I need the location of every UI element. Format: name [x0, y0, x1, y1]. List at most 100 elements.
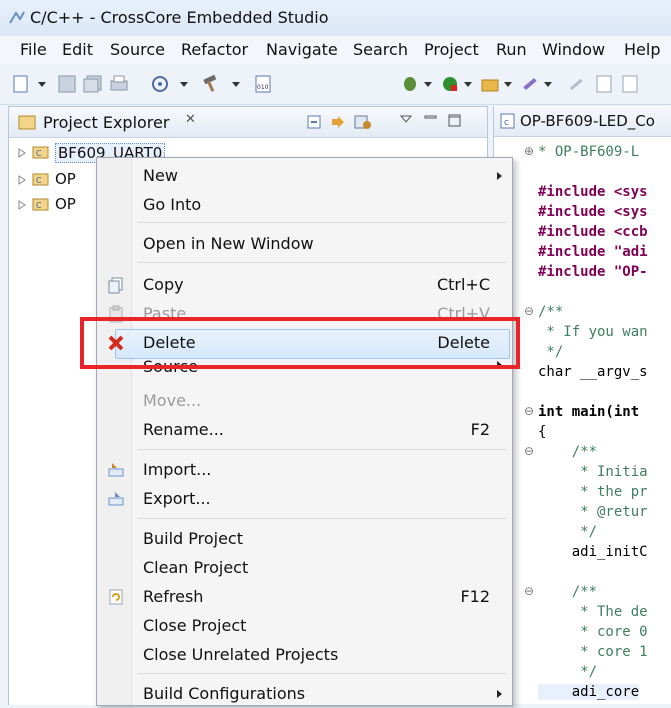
menu-item-copy[interactable]: Copy Ctrl+C [97, 271, 512, 299]
menu-item-label: Import... [143, 460, 212, 479]
close-view-icon[interactable]: ✕ [185, 112, 196, 127]
target-icon[interactable] [150, 74, 192, 94]
menu-item-close-unrelated-projects[interactable]: Close Unrelated Projects [97, 641, 512, 669]
code-line: #include "OP- [538, 264, 648, 280]
open-folder-icon[interactable] [480, 74, 516, 94]
menu-item-clean-project[interactable]: Clean Project [97, 554, 512, 582]
menu-item-go-into[interactable]: Go Into [97, 191, 512, 219]
page-icon-2[interactable] [620, 74, 640, 94]
context-menu: New Go Into Open in New Window Copy Ctrl… [96, 157, 513, 706]
fold-icon[interactable]: ⊖ [524, 304, 534, 318]
menu-item-new[interactable]: New [97, 162, 512, 190]
minimize-icon[interactable] [423, 113, 439, 127]
edit-icon[interactable] [566, 74, 588, 94]
pencil-icon[interactable] [520, 74, 556, 94]
code-line: * Initia [538, 464, 648, 480]
menu-item-shortcut: Ctrl+C [436, 275, 490, 294]
code-line: * If you wan [538, 324, 648, 340]
project-explorer-title: Project Explorer [43, 113, 170, 132]
code-line: /** [538, 304, 564, 320]
svg-text:C: C [36, 176, 42, 185]
menu-item-label: Close Project [143, 616, 247, 635]
menu-item-build-project[interactable]: Build Project [97, 525, 512, 553]
fold-icon[interactable]: ⊖ [524, 444, 534, 458]
tree-item-label: OP [55, 195, 76, 213]
copy-icon [108, 277, 123, 294]
menu-project[interactable]: Project [424, 40, 479, 59]
expand-arrow-icon[interactable] [17, 175, 27, 185]
menu-bar: File Edit Source Refactor Navigate Searc… [0, 36, 671, 65]
export-icon [108, 492, 124, 506]
project-explorer-icon [18, 115, 36, 130]
menu-edit[interactable]: Edit [62, 40, 93, 59]
menu-item-export[interactable]: Export... [97, 485, 512, 513]
link-with-editor-icon[interactable] [329, 113, 347, 131]
expand-arrow-icon[interactable] [17, 148, 27, 158]
code-line: #include <ccb [538, 224, 648, 240]
menu-separator [137, 449, 507, 450]
menu-item-close-project[interactable]: Close Project [97, 612, 512, 640]
menu-item-import[interactable]: Import... [97, 456, 512, 484]
menu-item-label: Open in New Window [143, 234, 314, 253]
menu-source[interactable]: Source [110, 40, 165, 59]
menu-navigate[interactable]: Navigate [266, 40, 338, 59]
editor-tab[interactable]: c OP-BF609-LED_Co [494, 106, 671, 137]
view-menu-icon[interactable] [353, 113, 373, 131]
print-icon[interactable] [108, 74, 130, 94]
menu-item-label: Move... [143, 391, 202, 410]
menu-window[interactable]: Window [542, 40, 605, 59]
submenu-arrow-icon [497, 690, 502, 698]
code-line: */ [538, 664, 598, 680]
save-icon[interactable] [56, 74, 78, 94]
menu-separator [137, 518, 507, 519]
expand-arrow-icon[interactable] [17, 200, 27, 210]
code-line: /** [538, 444, 598, 460]
code-line: int main(int [538, 404, 640, 420]
project-folder-icon: C [32, 173, 49, 186]
menu-item-label: Build Configurations [143, 684, 306, 703]
debug-bug-icon[interactable] [400, 74, 436, 94]
tree-item-project[interactable]: C OP [17, 195, 107, 215]
code-editor[interactable]: c OP-BF609-LED_Co ⊕ ⊖ ⊖ ⊖ ⊖ * OP-BF609-L… [493, 106, 671, 704]
fold-icon[interactable]: ⊕ [524, 144, 534, 158]
menu-item-label: Close Unrelated Projects [143, 645, 339, 664]
tree-item-label: OP [55, 170, 76, 188]
title-bar: C/C++ - CrossCore Embedded Studio [0, 0, 671, 37]
run-icon[interactable] [440, 74, 476, 94]
view-dropdown-icon[interactable] [399, 113, 415, 125]
code-line: */ [538, 524, 598, 540]
menu-item-label: Export... [143, 489, 211, 508]
menu-item-shortcut: F2 [470, 420, 490, 439]
menu-refactor[interactable]: Refactor [181, 40, 248, 59]
app-logo-icon [9, 11, 25, 24]
menu-item-label: Go Into [143, 195, 202, 214]
save-all-icon[interactable] [82, 74, 104, 94]
menu-item-open-in-new-window[interactable]: Open in New Window [97, 230, 512, 258]
binary-file-icon[interactable]: 010 [252, 74, 274, 94]
import-icon [108, 463, 124, 477]
svg-text:C: C [36, 201, 42, 210]
new-file-icon[interactable] [12, 74, 48, 94]
build-hammer-icon[interactable] [200, 74, 244, 94]
project-folder-icon: C [32, 146, 49, 159]
menu-file[interactable]: File [20, 40, 47, 59]
refresh-icon [109, 589, 123, 605]
menu-item-refresh[interactable]: Refresh F12 [97, 583, 512, 611]
fold-icon[interactable]: ⊖ [524, 404, 534, 418]
code-line: #include <sys [538, 184, 648, 200]
fold-icon[interactable]: ⊖ [524, 584, 534, 598]
tree-item-project[interactable]: C OP [17, 170, 107, 190]
menu-run[interactable]: Run [496, 40, 527, 59]
menu-item-label: Refresh [143, 587, 204, 606]
page-icon[interactable] [594, 74, 614, 94]
svg-text:C: C [36, 149, 42, 158]
menu-item-label: Build Project [143, 529, 243, 548]
menu-help[interactable]: Help [624, 40, 660, 59]
svg-text:010: 010 [257, 84, 269, 91]
menu-search[interactable]: Search [353, 40, 408, 59]
collapse-all-icon[interactable] [305, 113, 323, 131]
menu-item-rename[interactable]: Rename... F2 [97, 416, 512, 444]
code-line: * the pr [538, 484, 648, 500]
menu-item-move[interactable]: Move... [97, 387, 512, 415]
maximize-icon[interactable] [447, 113, 463, 129]
